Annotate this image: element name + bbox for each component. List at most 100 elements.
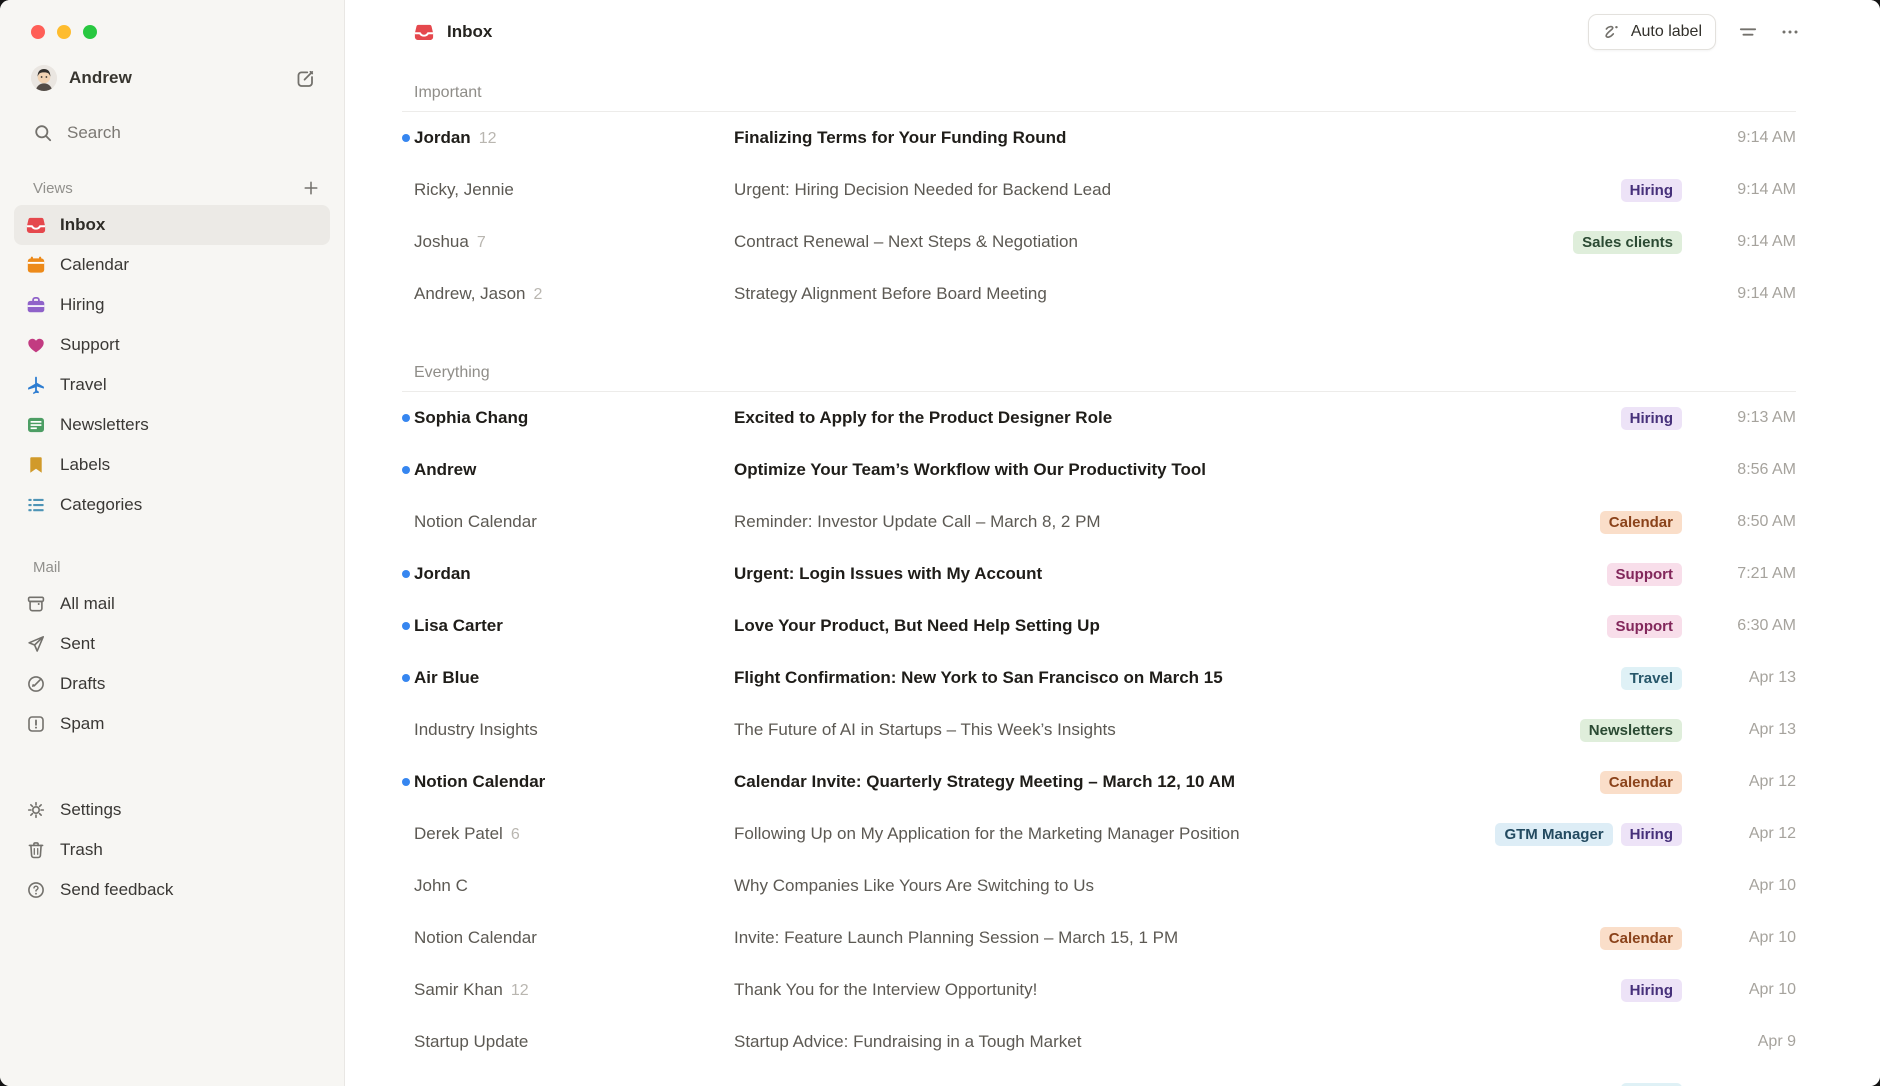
email-row[interactable]: AndrewOptimize Your Team’s Workflow with… [402,444,1796,496]
tag-hiring[interactable]: Hiring [1621,823,1682,846]
sidebar-item-hiring[interactable]: Hiring [14,285,330,325]
mail-section-label: Mail [33,559,61,576]
email-row[interactable]: Ricky, JennieUrgent: Hiring Decision Nee… [402,164,1796,216]
sidebar-item-all-mail[interactable]: All mail [14,584,330,624]
email-row[interactable]: Lisa CarterLove Your Product, But Need H… [402,600,1796,652]
compose-button[interactable] [295,68,316,89]
unread-dot-column [402,778,414,786]
tag-support[interactable]: Support [1607,615,1683,638]
tag-travel[interactable]: Travel [1621,1083,1682,1086]
auto-label-button[interactable]: Auto label [1588,14,1716,50]
email-row[interactable]: Notion CalendarCalendar Invite: Quarterl… [402,756,1796,808]
account-name: Andrew [69,68,132,88]
email-row[interactable]: Samir Khan12Thank You for the Interview … [402,964,1796,1016]
email-time: Apr 10 [1696,929,1796,947]
minimize-window-button[interactable] [57,25,71,39]
main-header: Inbox Auto label [345,0,1880,64]
tag-hiring[interactable]: Hiring [1621,179,1682,202]
sidebar-item-travel[interactable]: Travel [14,365,330,405]
unread-dot [402,466,410,474]
sender-name: Industry Insights [414,720,538,740]
sidebar-item-label: Drafts [60,674,105,694]
email-subject: Urgent: Login Issues with My Account [734,564,1593,584]
email-tags: Support [1607,563,1683,586]
email-list: ImportantJordan12Finalizing Terms for Yo… [345,64,1880,1086]
trash-icon [26,840,46,860]
sidebar-item-drafts[interactable]: Drafts [14,664,330,704]
sender-name: Samir Khan [414,980,503,1000]
email-row[interactable]: Joshua7Contract Renewal – Next Steps & N… [402,216,1796,268]
unread-dot-column [402,466,414,474]
account-row[interactable]: Andrew [31,65,316,91]
sidebar-item-sent[interactable]: Sent [14,624,330,664]
email-row[interactable]: JordanUrgent: Login Issues with My Accou… [402,548,1796,600]
sidebar-item-trash[interactable]: Trash [14,830,330,870]
email-time: 9:14 AM [1696,233,1796,251]
tag-support[interactable]: Support [1607,563,1683,586]
sidebar-item-calendar[interactable]: Calendar [14,245,330,285]
search-button[interactable]: Search [33,123,316,143]
email-sender: Industry Insights [414,720,734,740]
tag-hiring[interactable]: Hiring [1621,979,1682,1002]
tag-calendar[interactable]: Calendar [1600,511,1682,534]
sidebar-item-categories[interactable]: Categories [14,485,330,525]
email-tags: Calendar [1600,771,1682,794]
sidebar-item-label: Spam [60,714,104,734]
tag-travel[interactable]: Travel [1621,667,1682,690]
sidebar-item-label: Labels [60,455,110,475]
sidebar-item-newsletters[interactable]: Newsletters [14,405,330,445]
sidebar-item-spam[interactable]: Spam [14,704,330,744]
sender-name: Jordan [414,128,471,148]
tag-sales-clients[interactable]: Sales clients [1573,231,1682,254]
unread-dot [402,778,410,786]
mail-section-header: Mail [33,559,320,576]
sidebar-item-settings[interactable]: Settings [14,790,330,830]
email-row[interactable]: Derek Patel6Following Up on My Applicati… [402,808,1796,860]
email-time: 7:21 AM [1696,565,1796,583]
sidebar-item-send-feedback[interactable]: Send feedback [14,870,330,910]
email-tags: Sales clients [1573,231,1682,254]
add-view-button[interactable] [302,179,320,197]
bookmark-icon [26,455,46,475]
email-sender: Derek Patel6 [414,824,734,844]
sidebar-item-support[interactable]: Support [14,325,330,365]
auto-label-icon [1602,22,1622,42]
heart-icon [26,335,46,355]
zoom-window-button[interactable] [83,25,97,39]
unread-dot [402,134,410,142]
email-time: 6:30 AM [1696,617,1796,635]
email-row[interactable]: Air BlueFlight Confirmation: New York to… [402,652,1796,704]
email-row[interactable]: John CWhy Companies Like Yours Are Switc… [402,860,1796,912]
sender-name: Joshua [414,232,469,252]
email-row[interactable]: Notion CalendarReminder: Investor Update… [402,496,1796,548]
unread-dot [402,414,410,422]
tag-calendar[interactable]: Calendar [1600,771,1682,794]
email-row[interactable]: Jordan12Finalizing Terms for Your Fundin… [402,112,1796,164]
email-row[interactable]: Startup UpdateStartup Advice: Fundraisin… [402,1016,1796,1068]
tag-newsletters[interactable]: Newsletters [1580,719,1682,742]
tag-gtm-manager[interactable]: GTM Manager [1495,823,1612,846]
email-row[interactable]: Sophia ChangExcited to Apply for the Pro… [402,392,1796,444]
tag-hiring[interactable]: Hiring [1621,407,1682,430]
sidebar-item-label: Calendar [60,255,129,275]
section-label: Everything [414,364,490,382]
email-row[interactable]: Car RentalsUpcoming Rental Details – Pic… [402,1068,1796,1086]
sidebar-item-inbox[interactable]: Inbox [14,205,330,245]
archive-icon [26,594,46,614]
draft-icon [26,674,46,694]
close-window-button[interactable] [31,25,45,39]
email-tags: Hiring [1621,407,1682,430]
sidebar-item-labels[interactable]: Labels [14,445,330,485]
email-row[interactable]: Notion CalendarInvite: Feature Launch Pl… [402,912,1796,964]
email-row[interactable]: Andrew, Jason2Strategy Alignment Before … [402,268,1796,320]
sender-name: Startup Update [414,1032,528,1052]
email-time: 8:56 AM [1696,461,1796,479]
email-row[interactable]: Industry InsightsThe Future of AI in Sta… [402,704,1796,756]
tag-calendar[interactable]: Calendar [1600,927,1682,950]
display-options-button[interactable] [1738,22,1758,42]
email-sender: Notion Calendar [414,928,734,948]
app-window: Andrew Search Views InboxCalendarHiringS… [0,0,1880,1086]
more-options-button[interactable] [1780,22,1800,42]
email-sender: Joshua7 [414,232,734,252]
email-sender: Andrew, Jason2 [414,284,734,304]
